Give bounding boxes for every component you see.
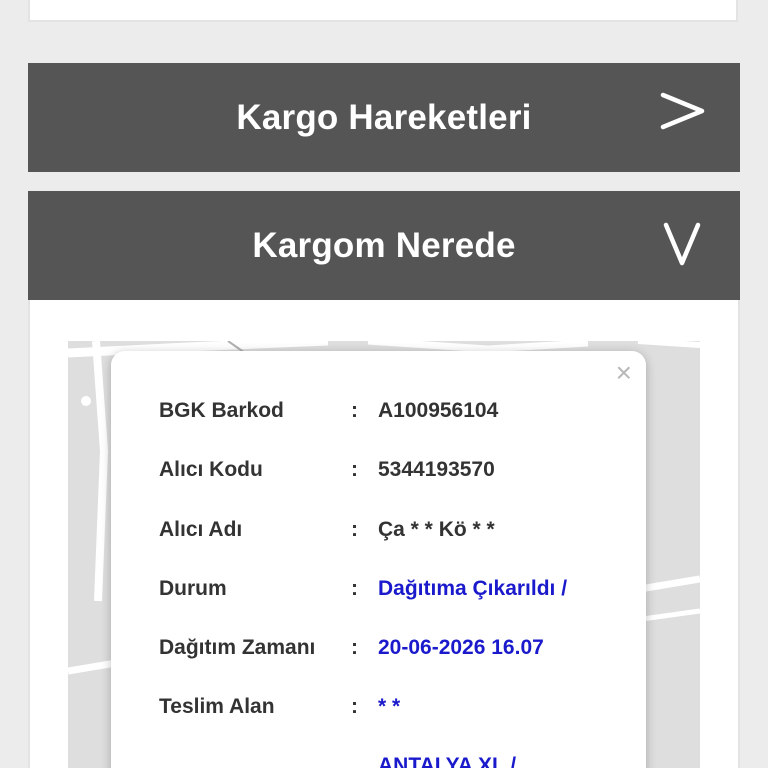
row-value: 20-06-2026 16.07 (378, 636, 544, 659)
accordion-header-kargom-nerede[interactable]: Kargom Nerede (28, 191, 740, 300)
shipment-info-popup: × BGK Barkod : A100956104 Alıcı Kodu : 5… (111, 351, 646, 768)
row-separator: : (351, 695, 358, 718)
row-separator: : (351, 636, 358, 659)
row-label: Dağıtım Zamanı (159, 636, 316, 659)
row-label: Alıcı Kodu (159, 458, 263, 481)
accordion-header-kargo-hareketleri[interactable]: Kargo Hareketleri (28, 63, 740, 172)
row-value: A100956104 (378, 399, 499, 422)
row-label: Durum (159, 577, 227, 600)
row-value: ANTALYA XL / (378, 754, 517, 768)
chevron-right-icon (660, 92, 705, 130)
row-label: BGK Barkod (159, 399, 284, 422)
row-label: Teslim Alan (159, 695, 275, 718)
row-value: 5344193570 (378, 458, 495, 481)
previous-card (28, 0, 738, 22)
chevron-down-icon (663, 222, 701, 266)
row-separator: : (351, 518, 358, 541)
row-separator: : (351, 577, 358, 600)
accordion-title: Kargo Hareketleri (236, 97, 532, 137)
row-value: * * (378, 695, 401, 718)
close-icon[interactable]: × (616, 359, 632, 387)
accordion-title: Kargom Nerede (252, 225, 516, 265)
row-separator: : (351, 458, 358, 481)
row-separator: : (351, 399, 358, 422)
row-label: Alıcı Adı (159, 518, 243, 541)
row-value: Ça * * Kö * * (378, 518, 495, 541)
row-value: Dağıtıma Çıkarıldı / (378, 577, 568, 600)
page: Kargo Hareketleri Kargom Nerede × BGK Ba… (0, 0, 768, 768)
